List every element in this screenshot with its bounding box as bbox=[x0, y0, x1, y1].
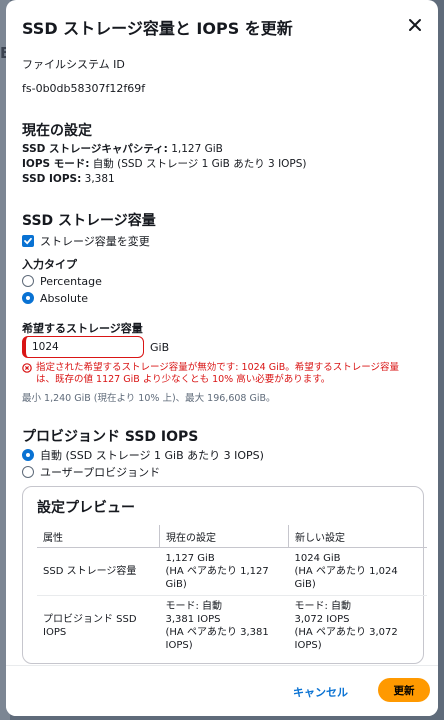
cell-line: GiB) bbox=[294, 579, 316, 590]
radio-off-icon bbox=[22, 275, 34, 287]
iops-mode-label: IOPS モード: bbox=[22, 158, 90, 170]
cell-line: モード: 自動 bbox=[294, 601, 352, 612]
desired-capacity-input[interactable]: 1024 bbox=[22, 336, 144, 358]
current-settings-title: 現在の設定 bbox=[22, 123, 92, 139]
cell-line: (HA ペアあたり 1,024 bbox=[294, 566, 398, 577]
radio-off-icon bbox=[22, 466, 34, 478]
storage-section-title: SSD ストレージ容量 bbox=[22, 213, 156, 229]
radio-on-icon bbox=[22, 449, 34, 461]
radio-percentage[interactable]: Percentage bbox=[22, 272, 102, 290]
filesystem-id-label: ファイルシステム ID bbox=[22, 58, 125, 71]
cell-line: 1024 GiB bbox=[294, 553, 341, 564]
error-icon bbox=[22, 363, 32, 373]
row-attribute: SSD ストレージ容量 bbox=[37, 547, 160, 596]
modal-header: SSD ストレージ容量と IOPS を更新 bbox=[6, 0, 438, 52]
radio-iops-auto[interactable]: 自動 (SSD ストレージ 1 GiB あたり 3 IOPS) bbox=[22, 446, 264, 464]
cell-line: GiB) bbox=[165, 579, 187, 590]
radio-iops-user-label: ユーザープロビジョンド bbox=[40, 466, 161, 479]
cell-line: (HA ペアあたり 1,127 bbox=[165, 566, 269, 577]
capacity-label: SSD ストレージキャパシティ: bbox=[22, 143, 168, 155]
update-storage-modal: SSD ストレージ容量と IOPS を更新 ファイルシステム ID fs-0b0… bbox=[6, 0, 438, 716]
iops-section-title: プロビジョンド SSD IOPS bbox=[22, 429, 199, 445]
capacity-error-text: 指定された希望するストレージ容量が無効です: 1024 GiB。希望するストレー… bbox=[36, 362, 400, 385]
radio-iops-user[interactable]: ユーザープロビジョンド bbox=[22, 463, 160, 481]
input-type-label: 入力タイプ bbox=[22, 258, 77, 271]
desired-capacity-row: 1024 GiB bbox=[22, 336, 169, 358]
preview-title: 設定プレビュー bbox=[37, 500, 135, 516]
radio-iops-auto-label: 自動 (SSD ストレージ 1 GiB あたり 3 IOPS) bbox=[40, 449, 264, 462]
table-row: プロビジョンド SSD IOPS モード: 自動 3,381 IOPS (HA … bbox=[37, 596, 427, 657]
capacity-error: 指定された希望するストレージ容量が無効です: 1024 GiB。希望するストレー… bbox=[22, 362, 418, 386]
header-current: 現在の設定 bbox=[159, 525, 289, 548]
radio-percentage-label: Percentage bbox=[40, 274, 102, 288]
capacity-hint: 最小 1,240 GiB (現在より 10% 上)、最大 196,608 GiB… bbox=[22, 393, 276, 404]
filesystem-id-value: fs-0b0db58307f12f69f bbox=[22, 82, 146, 95]
row-attribute: プロビジョンド SSD IOPS bbox=[37, 596, 160, 657]
cell-line: IOPS) bbox=[294, 640, 322, 651]
radio-absolute-label: Absolute bbox=[40, 291, 89, 305]
desired-capacity-label: 希望するストレージ容量 bbox=[22, 322, 143, 335]
cell-line: 3,072 IOPS bbox=[294, 614, 350, 625]
cell-line: 1,127 GiB bbox=[165, 553, 215, 564]
cell-line: IOPS bbox=[43, 627, 67, 638]
row-new: モード: 自動 3,072 IOPS (HA ペアあたり 3,072 IOPS) bbox=[289, 596, 428, 657]
change-storage-label: ストレージ容量を変更 bbox=[40, 235, 150, 248]
close-button[interactable] bbox=[404, 14, 426, 36]
header-attribute: 属性 bbox=[37, 525, 160, 548]
cell-line: 3,381 IOPS bbox=[165, 614, 221, 625]
current-settings: SSD ストレージキャパシティ: 1,127 GiB IOPS モード: 自動 … bbox=[22, 142, 307, 187]
close-icon bbox=[409, 19, 421, 31]
row-current: 1,127 GiB (HA ペアあたり 1,127 GiB) bbox=[159, 547, 289, 596]
modal-title: SSD ストレージ容量と IOPS を更新 bbox=[22, 19, 293, 38]
cell-line: (HA ペアあたり 3,381 bbox=[165, 627, 269, 638]
iops-label: SSD IOPS: bbox=[22, 173, 82, 185]
change-storage-checkbox[interactable]: ストレージ容量を変更 bbox=[22, 232, 150, 250]
cancel-button[interactable]: キャンセル bbox=[287, 680, 354, 704]
radio-on-icon bbox=[22, 292, 34, 304]
checkbox-checked-icon bbox=[22, 235, 34, 247]
capacity-value: 1,127 GiB bbox=[167, 143, 223, 155]
capacity-unit: GiB bbox=[150, 340, 170, 354]
cell-line: (HA ペアあたり 3,072 bbox=[294, 627, 398, 638]
table-row: SSD ストレージ容量 1,127 GiB (HA ペアあたり 1,127 Gi… bbox=[37, 547, 427, 596]
update-button[interactable]: 更新 bbox=[378, 678, 430, 702]
modal-footer: キャンセル 更新 bbox=[6, 665, 438, 716]
row-new: 1024 GiB (HA ペアあたり 1,024 GiB) bbox=[288, 547, 427, 596]
preview-table: 属性 現在の設定 新しい設定 SSD ストレージ容量 1,127 GiB (HA… bbox=[37, 525, 427, 656]
iops-value: 3,381 bbox=[81, 173, 115, 185]
radio-absolute[interactable]: Absolute bbox=[22, 289, 88, 307]
iops-mode-value: 自動 (SSD ストレージ 1 GiB あたり 3 IOPS) bbox=[89, 158, 307, 170]
settings-preview: 設定プレビュー 属性 現在の設定 新しい設定 SSD ストレージ容量 1,127… bbox=[22, 486, 427, 664]
cell-line: IOPS) bbox=[165, 640, 193, 651]
row-current: モード: 自動 3,381 IOPS (HA ペアあたり 3,381 IOPS) bbox=[160, 596, 289, 657]
cell-line: プロビジョンド SSD bbox=[43, 614, 137, 625]
cell-line: モード: 自動 bbox=[165, 601, 223, 612]
header-new: 新しい設定 bbox=[288, 525, 427, 548]
